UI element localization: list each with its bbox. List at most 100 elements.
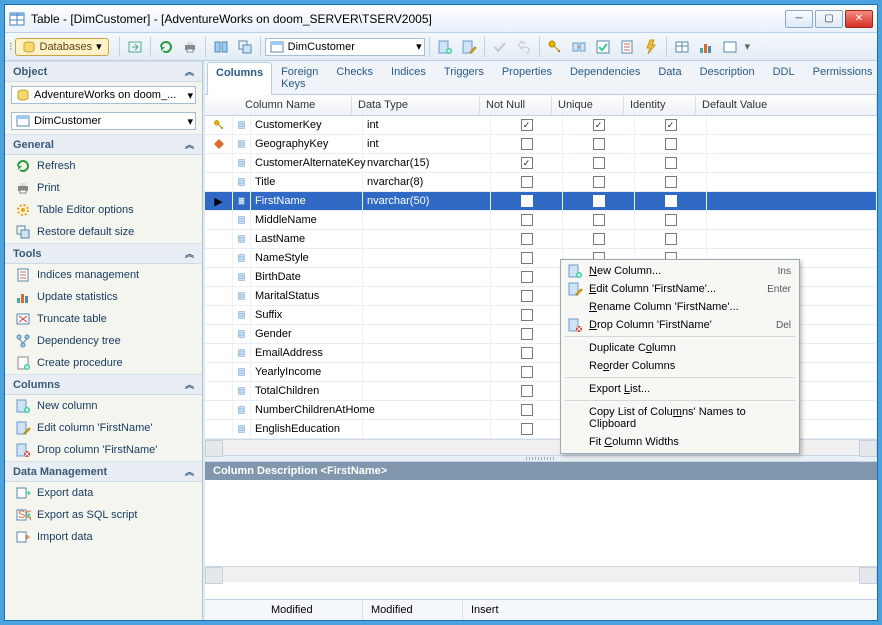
tab-permissions[interactable]: Permissions: [804, 61, 882, 94]
new-col-button[interactable]: [434, 36, 456, 58]
tab-columns[interactable]: Columns: [207, 62, 272, 95]
menu-item[interactable]: Export List...: [563, 380, 797, 398]
refresh-button[interactable]: [155, 36, 177, 58]
sidebar-item-options[interactable]: Table Editor options: [5, 199, 202, 221]
new-col-icon: [567, 263, 583, 279]
database-icon: [16, 88, 30, 102]
column-icon: [233, 249, 251, 267]
sidebar-item-refresh[interactable]: Refresh: [5, 155, 202, 177]
menu-item[interactable]: Edit Column 'FirstName'...Enter: [563, 280, 797, 298]
menu-item[interactable]: Rename Column 'FirstName'...: [563, 298, 797, 316]
tab-foreign-keys[interactable]: Foreign Keys: [272, 61, 327, 94]
sidebar-item-drop-col[interactable]: Drop column 'FirstName': [5, 439, 202, 461]
sidebar-item-indices[interactable]: Indices management: [5, 264, 202, 286]
column-icon: [233, 192, 251, 210]
print-button[interactable]: [179, 36, 201, 58]
table-icon: [16, 114, 30, 128]
table-row[interactable]: ▶FirstNamenvarchar(50): [205, 192, 877, 211]
column-icon: [233, 154, 251, 172]
column-icon: [233, 135, 251, 153]
key-button[interactable]: [544, 36, 566, 58]
restore-button[interactable]: [234, 36, 256, 58]
column-icon: [233, 211, 251, 229]
description-body[interactable]: [205, 480, 877, 566]
column-icon: [233, 306, 251, 324]
table-row[interactable]: GeographyKeyint: [205, 135, 877, 154]
column-icon: [233, 230, 251, 248]
table-row[interactable]: Titlenvarchar(8): [205, 173, 877, 192]
menu-item[interactable]: Drop Column 'FirstName'Del: [563, 316, 797, 334]
main-toolbar: ⁝ Databases ▾ DimCustomer ▾: [5, 33, 877, 61]
commit-button[interactable]: [489, 36, 511, 58]
sidebar-item-export-sql[interactable]: SQLExport as SQL script: [5, 504, 202, 526]
table-combo[interactable]: DimCustomer▾: [11, 112, 196, 130]
tools-heading[interactable]: Tools: [5, 243, 202, 264]
data-heading[interactable]: Data Management: [5, 461, 202, 482]
undo-button[interactable]: [513, 36, 535, 58]
h-scrollbar-desc[interactable]: [205, 566, 877, 582]
close-button[interactable]: ✕: [845, 10, 873, 28]
view-button[interactable]: [210, 36, 232, 58]
stats-button[interactable]: [695, 36, 717, 58]
sidebar-item-print[interactable]: Print: [5, 177, 202, 199]
table-small-icon: [270, 40, 284, 54]
column-icon: [233, 420, 251, 438]
column-icon: [233, 382, 251, 400]
chevron-down-icon: ▾: [96, 40, 102, 53]
sidebar-item-edit-col[interactable]: Edit column 'FirstName': [5, 417, 202, 439]
titlebar: Table - [DimCustomer] - [AdventureWorks …: [5, 5, 877, 33]
chevron-down-icon[interactable]: ▾: [743, 40, 753, 53]
sidebar-item-restore[interactable]: Restore default size: [5, 221, 202, 243]
tab-dependencies[interactable]: Dependencies: [561, 61, 649, 94]
menu-item[interactable]: Reorder Columns: [563, 357, 797, 375]
menu-item[interactable]: New Column...Ins: [563, 262, 797, 280]
trigger-button[interactable]: [640, 36, 662, 58]
tabbar: ColumnsForeign KeysChecksIndicesTriggers…: [205, 61, 877, 95]
sidebar-item-truncate[interactable]: Truncate table: [5, 308, 202, 330]
column-icon: [233, 363, 251, 381]
table-row[interactable]: MiddleName: [205, 211, 877, 230]
edit-col-button[interactable]: [458, 36, 480, 58]
table-row[interactable]: CustomerKeyint✓✓✓: [205, 116, 877, 135]
splitter[interactable]: [205, 455, 877, 462]
tab-description[interactable]: Description: [691, 61, 764, 94]
databases-dropdown[interactable]: Databases ▾: [15, 38, 109, 56]
fk-button[interactable]: [568, 36, 590, 58]
window-title: Table - [DimCustomer] - [AdventureWorks …: [31, 12, 785, 26]
general-heading[interactable]: General: [5, 134, 202, 155]
table-row[interactable]: CustomerAlternateKeynvarchar(15)✓: [205, 154, 877, 173]
table-select[interactable]: DimCustomer ▾: [265, 38, 425, 56]
tab-indices[interactable]: Indices: [382, 61, 435, 94]
maximize-button[interactable]: ▢: [815, 10, 843, 28]
tab-triggers[interactable]: Triggers: [435, 61, 493, 94]
description-heading: Column Description <FirstName>: [205, 462, 877, 480]
tab-data[interactable]: Data: [649, 61, 690, 94]
tab-properties[interactable]: Properties: [493, 61, 561, 94]
menu-item[interactable]: Duplicate Column: [563, 339, 797, 357]
index-button[interactable]: [616, 36, 638, 58]
object-heading: Object: [5, 61, 202, 82]
chevron-down-icon: ▾: [416, 40, 422, 53]
sidebar-item-proc[interactable]: Create procedure: [5, 352, 202, 374]
db-combo[interactable]: AdventureWorks on doom_...▾: [11, 86, 196, 104]
sidebar-item-new-col[interactable]: New column: [5, 395, 202, 417]
context-menu: New Column...InsEdit Column 'FirstName'.…: [560, 259, 800, 454]
check-button[interactable]: [592, 36, 614, 58]
database-icon: [22, 40, 36, 54]
sidebar-item-stats[interactable]: Update statistics: [5, 286, 202, 308]
sidebar-item-deptree[interactable]: Dependency tree: [5, 330, 202, 352]
app-window: Table - [DimCustomer] - [AdventureWorks …: [4, 4, 878, 621]
sidebar-item-export[interactable]: Export data: [5, 482, 202, 504]
columns-heading[interactable]: Columns: [5, 374, 202, 395]
menu-item[interactable]: Copy List of Columns' Names to Clipboard: [563, 403, 797, 433]
main-panel: ColumnsForeign KeysChecksIndicesTriggers…: [203, 61, 877, 620]
grid-button[interactable]: [671, 36, 693, 58]
tab-ddl[interactable]: DDL: [764, 61, 804, 94]
more-button[interactable]: [719, 36, 741, 58]
table-row[interactable]: LastName: [205, 230, 877, 249]
minimize-button[interactable]: ─: [785, 10, 813, 28]
tab-checks[interactable]: Checks: [327, 61, 382, 94]
sidebar-item-import[interactable]: Import data: [5, 526, 202, 548]
menu-item[interactable]: Fit Column Widths: [563, 433, 797, 451]
nav-button[interactable]: [124, 36, 146, 58]
